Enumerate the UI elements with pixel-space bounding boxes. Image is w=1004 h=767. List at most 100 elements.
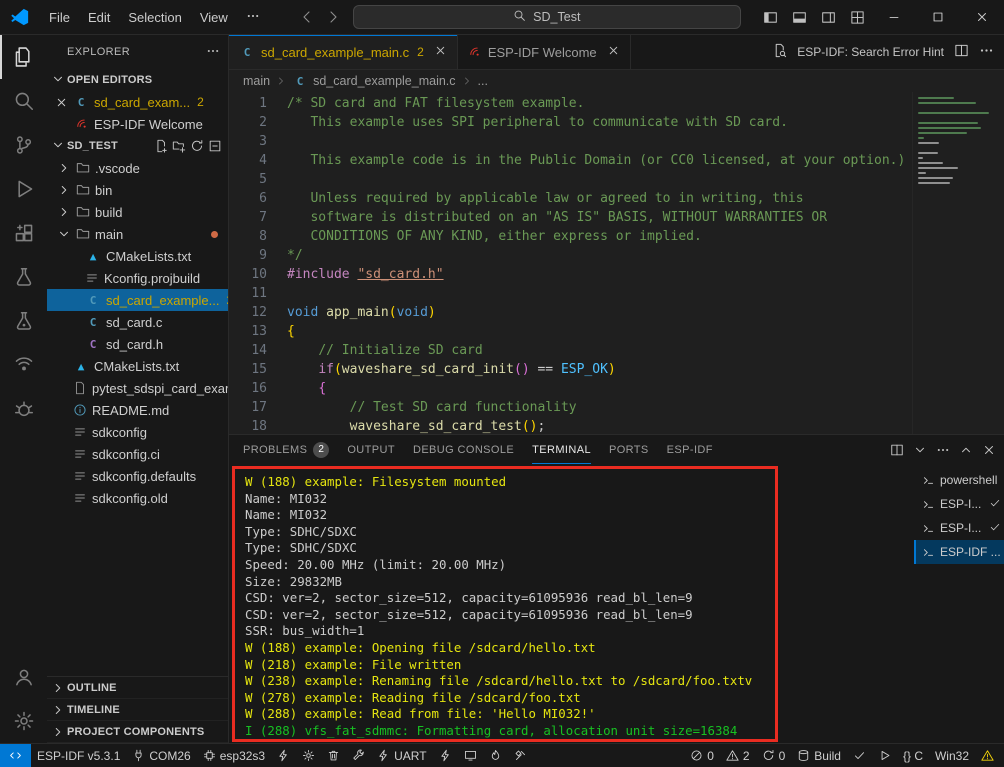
- statusbar-item-win32[interactable]: Win32: [929, 744, 975, 767]
- maximize-button[interactable]: [916, 0, 960, 34]
- code-line[interactable]: {: [287, 379, 912, 398]
- statusbar-item[interactable]: [296, 744, 321, 767]
- code-line[interactable]: Unless required by applicable law or agr…: [287, 189, 912, 208]
- code-line[interactable]: // Test SD card functionality: [287, 398, 912, 417]
- terminal-instance[interactable]: ESP-IDF ...: [914, 540, 1004, 564]
- breadcrumb-item[interactable]: sd_card_example_main.c: [313, 74, 455, 88]
- statusbar-item[interactable]: [0, 744, 31, 767]
- collapse-icon[interactable]: [208, 139, 222, 153]
- code-line[interactable]: [287, 284, 912, 303]
- code-line[interactable]: This example code is in the Public Domai…: [287, 151, 912, 170]
- statusbar-item-0[interactable]: 0: [684, 744, 720, 767]
- tree-item[interactable]: README.md: [47, 399, 228, 421]
- code-line[interactable]: [287, 170, 912, 189]
- close-window-button[interactable]: [960, 0, 1004, 34]
- statusbar-item-com26[interactable]: COM26: [126, 744, 196, 767]
- open-editor-item[interactable]: ESP-IDF Welcome: [47, 113, 228, 135]
- tree-item[interactable]: ▲CMakeLists.txt: [47, 355, 228, 377]
- statusbar-item[interactable]: [458, 744, 483, 767]
- customize-layout-icon[interactable]: [843, 0, 872, 34]
- refresh-icon[interactable]: [190, 139, 204, 153]
- menu-file[interactable]: File: [40, 6, 79, 29]
- panel-layout-icon[interactable]: [890, 443, 904, 457]
- close-icon[interactable]: [434, 44, 447, 60]
- menu-more[interactable]: [237, 5, 269, 30]
- activity-item-esp-components[interactable]: [0, 343, 47, 387]
- section-project-components[interactable]: PROJECT COMPONENTS: [47, 721, 228, 743]
- activity-item-manage[interactable]: [0, 699, 47, 743]
- menu-edit[interactable]: Edit: [79, 6, 119, 29]
- statusbar-item--c[interactable]: {} C: [897, 744, 929, 767]
- tree-item[interactable]: Csd_card.c: [47, 311, 228, 333]
- back-arrow-icon[interactable]: [299, 9, 315, 25]
- toggle-secondary-sidebar-icon[interactable]: [814, 0, 843, 34]
- statusbar-item-build[interactable]: Build: [791, 744, 847, 767]
- section-outline[interactable]: OUTLINE: [47, 677, 228, 699]
- editor-tab[interactable]: ESP-IDF Welcome: [458, 35, 631, 69]
- code-line[interactable]: CONDITIONS OF ANY KIND, either express o…: [287, 227, 912, 246]
- code-line[interactable]: [287, 132, 912, 151]
- breadcrumb-item[interactable]: main: [243, 74, 270, 88]
- breadcrumb[interactable]: mainCsd_card_example_main.c...: [229, 70, 1004, 92]
- code-line[interactable]: {: [287, 322, 912, 341]
- minimize-button[interactable]: [872, 0, 916, 34]
- activity-item-search[interactable]: [0, 79, 47, 123]
- code-line[interactable]: #include "sd_card.h": [287, 265, 912, 284]
- newfile-icon[interactable]: [154, 139, 168, 153]
- statusbar-item-uart[interactable]: UART: [371, 744, 432, 767]
- tree-item[interactable]: sdkconfig.old: [47, 487, 228, 509]
- activity-item-accounts[interactable]: [0, 655, 47, 699]
- code-content[interactable]: /* SD card and FAT filesystem example. T…: [287, 92, 912, 434]
- close-panel-icon[interactable]: [982, 443, 996, 457]
- close-icon[interactable]: [607, 44, 620, 60]
- code-line[interactable]: waveshare_sd_card_test();: [287, 417, 912, 434]
- more-actions-icon[interactable]: [936, 443, 950, 457]
- menu-selection[interactable]: Selection: [119, 6, 190, 29]
- code-line[interactable]: // Initialize SD card: [287, 341, 912, 360]
- sidebar-more-actions[interactable]: [206, 44, 220, 61]
- statusbar-item[interactable]: [483, 744, 508, 767]
- split-editor-icon[interactable]: [954, 43, 969, 61]
- statusbar-item[interactable]: [975, 744, 1000, 767]
- newfolder-icon[interactable]: [172, 139, 186, 153]
- statusbar-item[interactable]: [847, 744, 872, 767]
- command-center-search[interactable]: SD_Test: [353, 5, 741, 29]
- statusbar-item[interactable]: [271, 744, 296, 767]
- maximize-panel-icon[interactable]: [959, 443, 973, 457]
- statusbar-item[interactable]: [321, 744, 346, 767]
- code-line[interactable]: if(waveshare_sd_card_init() == ESP_OK): [287, 360, 912, 379]
- statusbar-item-esp-idf-v5-3-1[interactable]: ESP-IDF v5.3.1: [31, 744, 126, 767]
- minimap[interactable]: [912, 92, 1004, 434]
- tree-item[interactable]: main: [47, 223, 228, 245]
- activity-item-testing[interactable]: [0, 255, 47, 299]
- toggle-panel-icon[interactable]: [785, 0, 814, 34]
- panel-tab-debug-console[interactable]: DEBUG CONSOLE: [413, 435, 514, 464]
- terminal-instance[interactable]: ESP-I...: [914, 492, 1004, 516]
- statusbar-item-2[interactable]: 2: [720, 744, 756, 767]
- project-section-header[interactable]: SD_TEST: [47, 135, 228, 157]
- open-editors-header[interactable]: OPEN EDITORS: [47, 69, 228, 91]
- terminal-instance[interactable]: ESP-I...: [914, 516, 1004, 540]
- code-line[interactable]: void app_main(void): [287, 303, 912, 322]
- statusbar-item[interactable]: [508, 744, 533, 767]
- activity-item-esp-idf-explorer[interactable]: [0, 299, 47, 343]
- statusbar-item-esp32s3[interactable]: esp32s3: [197, 744, 271, 767]
- tree-item[interactable]: ▲CMakeLists.txt: [47, 245, 228, 267]
- menu-view[interactable]: View: [191, 6, 237, 29]
- more-actions-icon[interactable]: [979, 43, 994, 61]
- editor-tab[interactable]: Csd_card_example_main.c2: [229, 35, 458, 69]
- activity-item-explorer[interactable]: [0, 35, 47, 79]
- activity-item-source-control[interactable]: [0, 123, 47, 167]
- statusbar-item-0[interactable]: 0: [756, 744, 792, 767]
- terminal-instance[interactable]: powershell: [914, 468, 1004, 492]
- panel-tab-output[interactable]: OUTPUT: [347, 435, 395, 464]
- tree-item[interactable]: .vscode: [47, 157, 228, 179]
- tree-item[interactable]: pytest_sdspi_card_exam...: [47, 377, 228, 399]
- toggle-sidebar-icon[interactable]: [756, 0, 785, 34]
- activity-item-esp-debug[interactable]: [0, 387, 47, 431]
- code-line[interactable]: /* SD card and FAT filesystem example.: [287, 94, 912, 113]
- panel-tab-problems[interactable]: PROBLEMS2: [243, 435, 329, 464]
- chevron-down-icon[interactable]: [913, 443, 927, 457]
- tree-item[interactable]: build: [47, 201, 228, 223]
- esp-idf-hint-label[interactable]: ESP-IDF: Search Error Hint: [797, 45, 944, 59]
